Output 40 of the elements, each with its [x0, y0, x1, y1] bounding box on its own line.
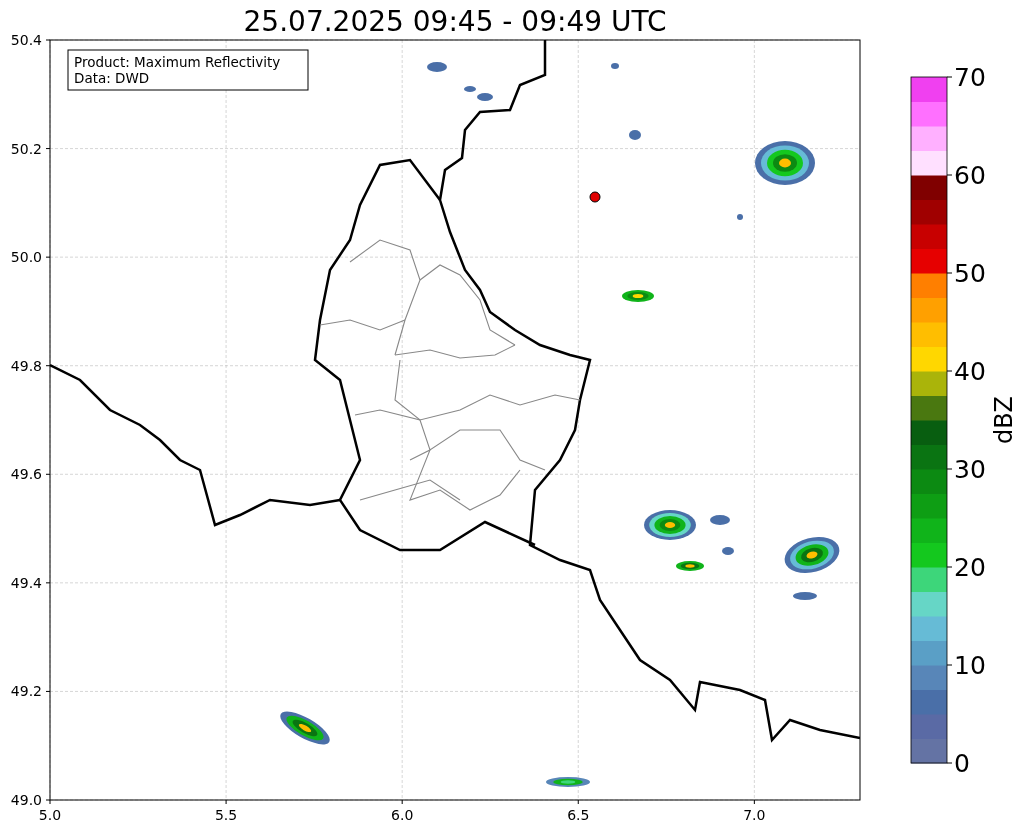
radar-echo: [793, 592, 817, 600]
radar-echo: [755, 141, 815, 185]
radar-echo: [427, 62, 447, 72]
colorbar-tick-label: 70: [954, 63, 986, 92]
colorbar-tick-label: 0: [954, 749, 970, 778]
x-tick-label: 5.0: [38, 807, 62, 823]
colorbar-tick-label: 30: [954, 455, 986, 484]
y-tick-label: 49.2: [10, 683, 42, 700]
radar-echo: [676, 561, 704, 571]
info-text: Product: Maximum Reflectivity: [74, 54, 281, 70]
location-marker: [589, 191, 601, 203]
info-text: Data: DWD: [74, 70, 150, 86]
y-tick-label: 50.4: [10, 32, 42, 48]
y-tick-label: 49.0: [10, 792, 42, 808]
radar-echo: [784, 537, 840, 573]
colorbar-tick-label: 40: [954, 357, 986, 386]
colorbar-tick-label: 10: [954, 651, 986, 680]
chart-title: 25.07.2025 09:45 - 09:49 UTC: [243, 5, 667, 38]
x-tick-label: 6.5: [567, 807, 590, 823]
radar-echo: [644, 510, 696, 540]
radar-echo: [710, 515, 730, 525]
radar-echo: [611, 63, 619, 69]
colorbar-tick-label: 20: [954, 553, 986, 582]
y-tick-label: 49.6: [10, 466, 42, 483]
y-tick-label: 49.4: [10, 574, 42, 591]
y-tick-label: 50.2: [10, 140, 42, 157]
colorbar-tick-label: 50: [954, 259, 986, 288]
radar-echo: [737, 214, 743, 220]
colorbar-label: dBZ: [990, 395, 1018, 445]
x-tick-label: 7.0: [743, 807, 766, 823]
radar-echo: [546, 777, 590, 787]
x-tick-label: 5.5: [214, 807, 238, 823]
radar-echo: [722, 547, 734, 555]
colorbar-tick-label: 60: [954, 161, 986, 190]
radar-echo: [622, 290, 654, 302]
radar-echo: [629, 130, 641, 140]
x-tick-label: 6.0: [391, 807, 414, 823]
radar-echo: [280, 711, 330, 745]
y-tick-label: 49.8: [10, 357, 42, 374]
y-tick-label: 50.0: [10, 249, 42, 266]
